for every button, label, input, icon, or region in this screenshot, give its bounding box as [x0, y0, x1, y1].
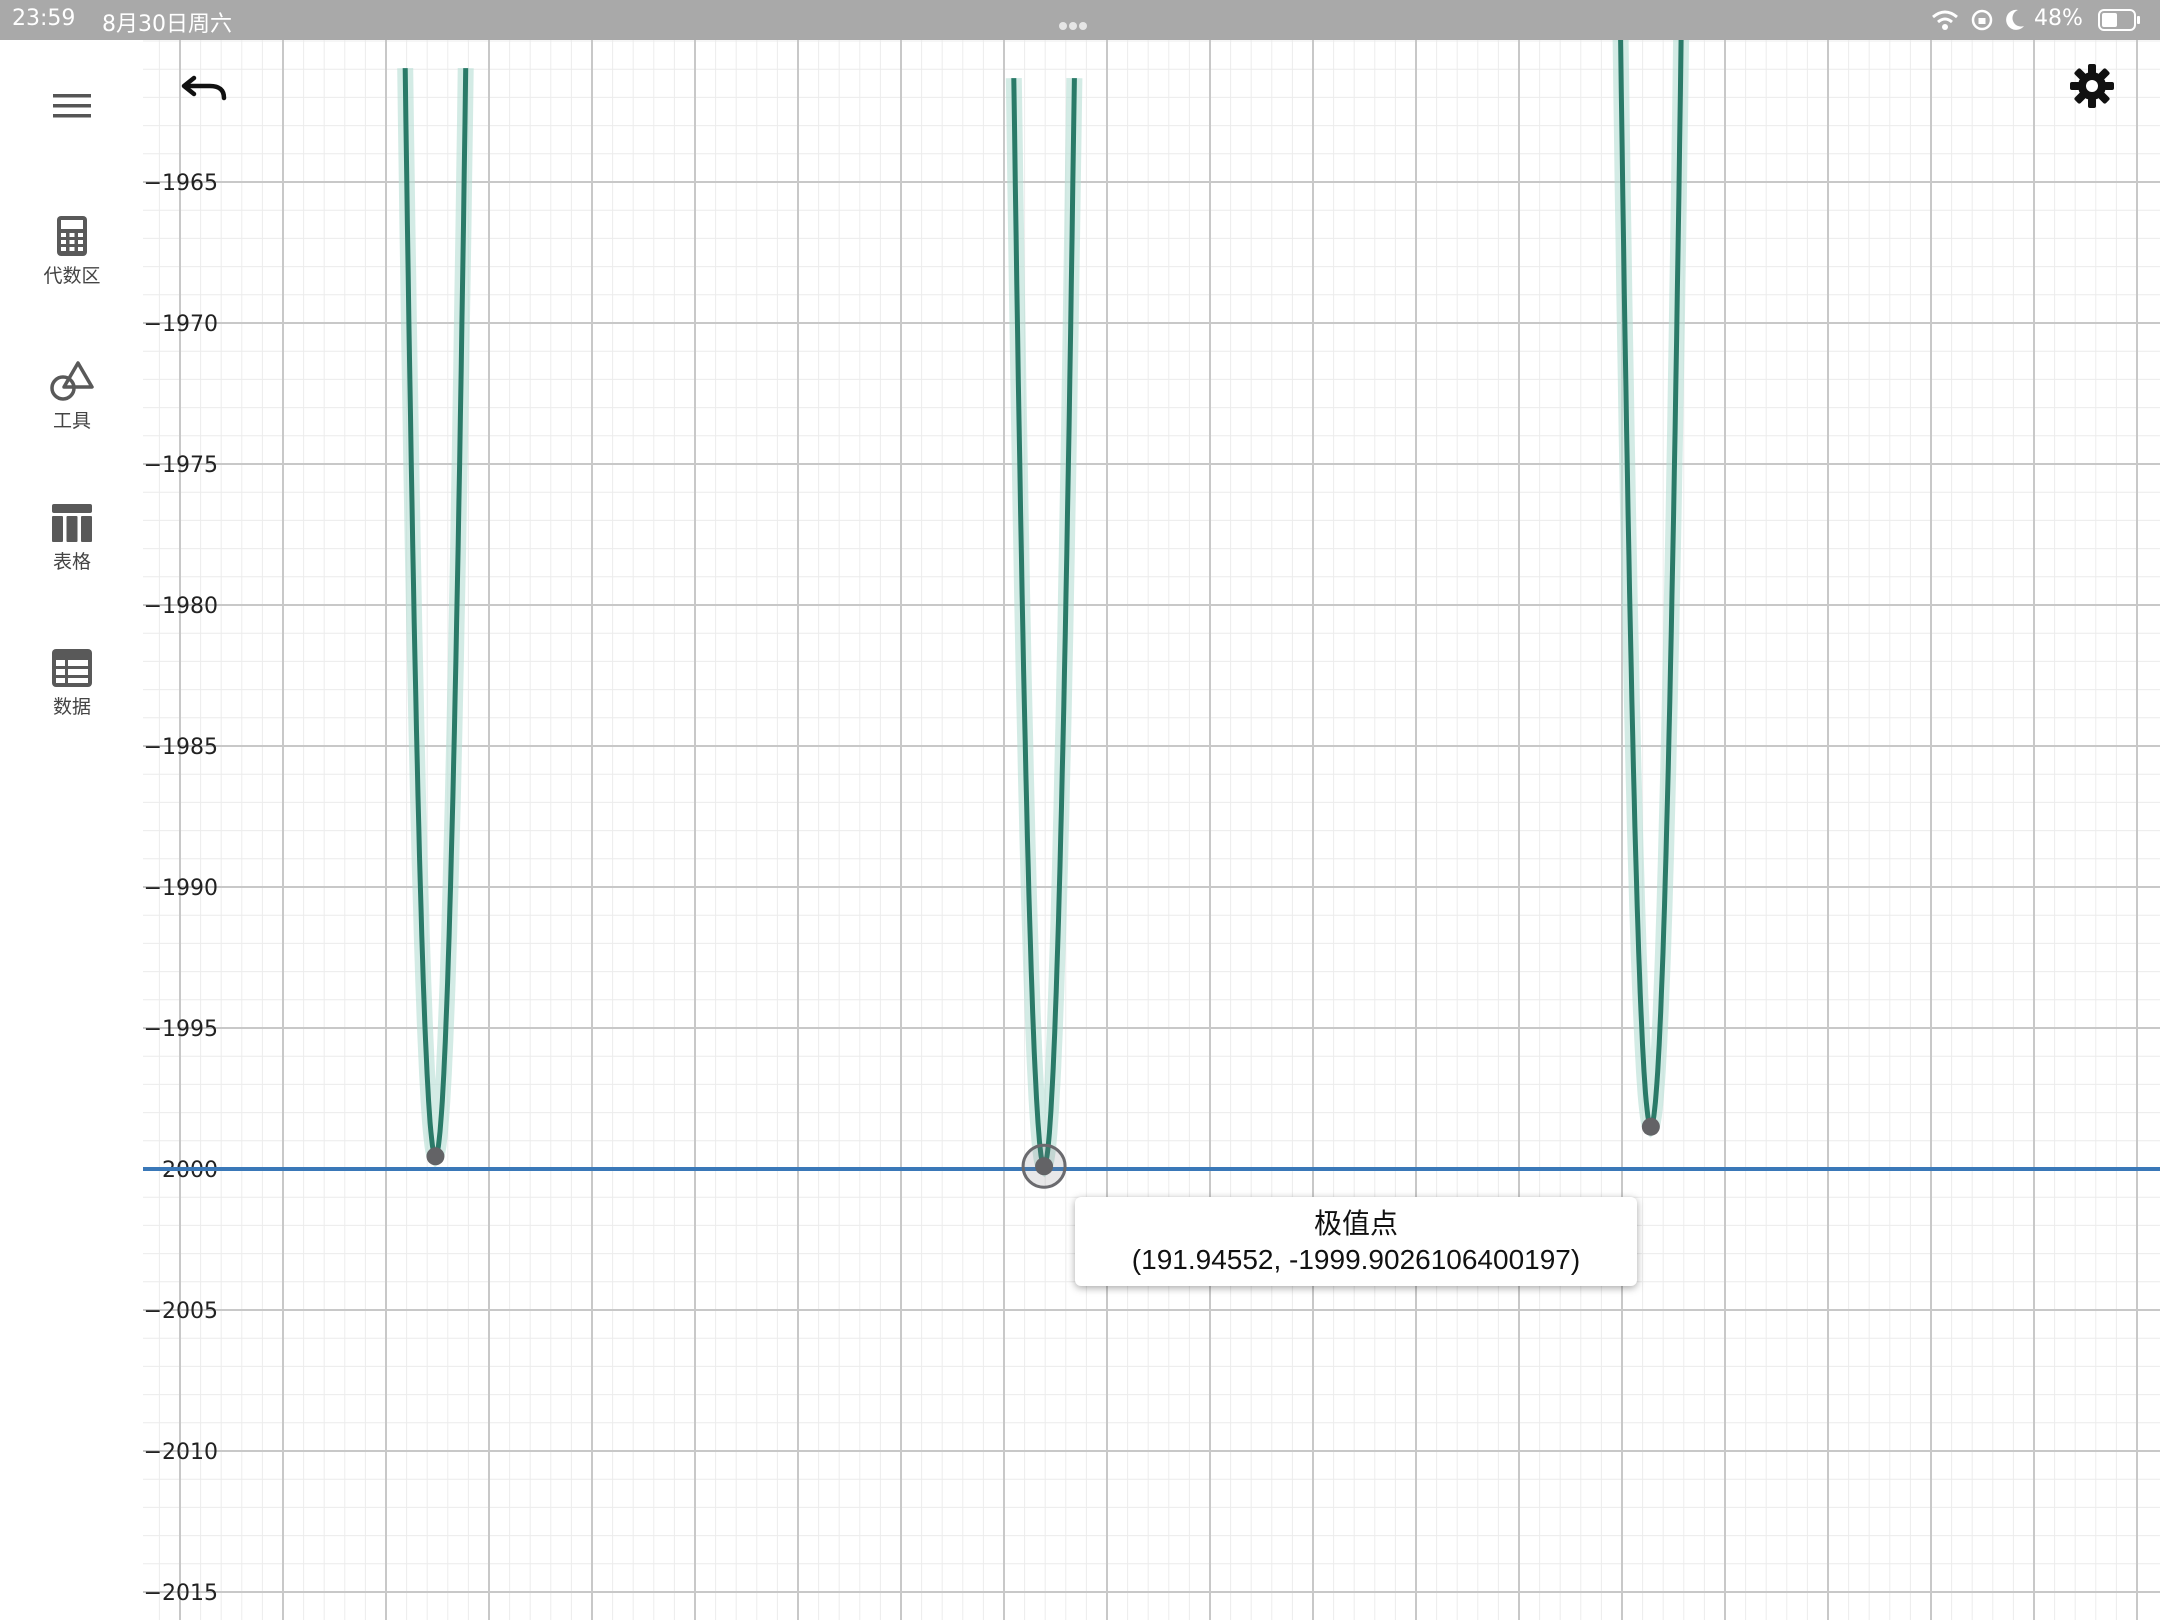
sidebar: 代数区 工具 表格 数据	[0, 40, 143, 1620]
sidebar-item-algebra[interactable]: 代数区	[22, 215, 122, 325]
function-curve[interactable]	[397, 38, 1690, 1178]
sidebar-item-label: 数据	[52, 696, 91, 718]
extremum-point[interactable]	[1035, 1157, 1054, 1176]
menu-icon	[53, 94, 91, 118]
extremum-tooltip: 极值点 (191.94552, -1999.9026106400197)	[1075, 1197, 1637, 1286]
calculator-icon	[57, 216, 87, 256]
sidebar-item-table[interactable]: 表格	[22, 503, 122, 613]
status-time: 23:59	[12, 6, 76, 31]
y-tick-label: −1995	[144, 1017, 218, 1042]
multitask-dots-icon[interactable]	[1058, 16, 1088, 35]
y-tick-label: −1985	[144, 735, 218, 760]
battery-icon	[2098, 9, 2142, 35]
y-tick-label: −1965	[144, 171, 218, 196]
y-tick-label: −1990	[144, 876, 218, 901]
tooltip-title: 极值点	[1313, 1207, 1398, 1240]
y-tick-label: −2010	[144, 1440, 218, 1465]
y-tick-label: −2015	[144, 1581, 218, 1606]
wifi-icon	[1930, 8, 1960, 36]
undo-button[interactable]	[180, 68, 240, 114]
extremum-point[interactable]	[1641, 1117, 1660, 1136]
shapes-tools-icon	[50, 361, 94, 401]
sidebar-item-label: 代数区	[43, 265, 101, 287]
table-icon	[52, 504, 92, 542]
sidebar-item-tools[interactable]: 工具	[22, 360, 122, 470]
sidebar-item-label: 工具	[52, 410, 91, 432]
do-not-disturb-icon	[2004, 8, 2026, 36]
gear-icon	[2070, 64, 2114, 108]
status-date: 8月30日周六	[102, 12, 232, 37]
undo-icon	[181, 75, 227, 101]
battery-percentage: 48%	[2034, 6, 2083, 31]
orientation-lock-icon	[1970, 8, 1994, 36]
y-tick-label: −1980	[144, 594, 218, 619]
sidebar-item-label: 表格	[52, 551, 91, 573]
y-tick-label: −2005	[144, 1299, 218, 1324]
y-tick-label: −1970	[144, 312, 218, 337]
sidebar-item-data[interactable]: 数据	[22, 648, 122, 758]
y-tick-label: −1975	[144, 453, 218, 478]
menu-button[interactable]	[53, 92, 105, 132]
settings-button[interactable]	[2068, 62, 2124, 118]
status-bar: 23:59 8月30日周六 48%	[0, 0, 2160, 40]
graph-canvas[interactable]: −1965−1970−1975−1980−1985−1990−1995−2000…	[0, 0, 2160, 1620]
tooltip-coordinates: (191.94552, -1999.9026106400197)	[1131, 1244, 1581, 1275]
spreadsheet-icon	[52, 649, 92, 687]
extremum-point[interactable]	[426, 1147, 445, 1166]
